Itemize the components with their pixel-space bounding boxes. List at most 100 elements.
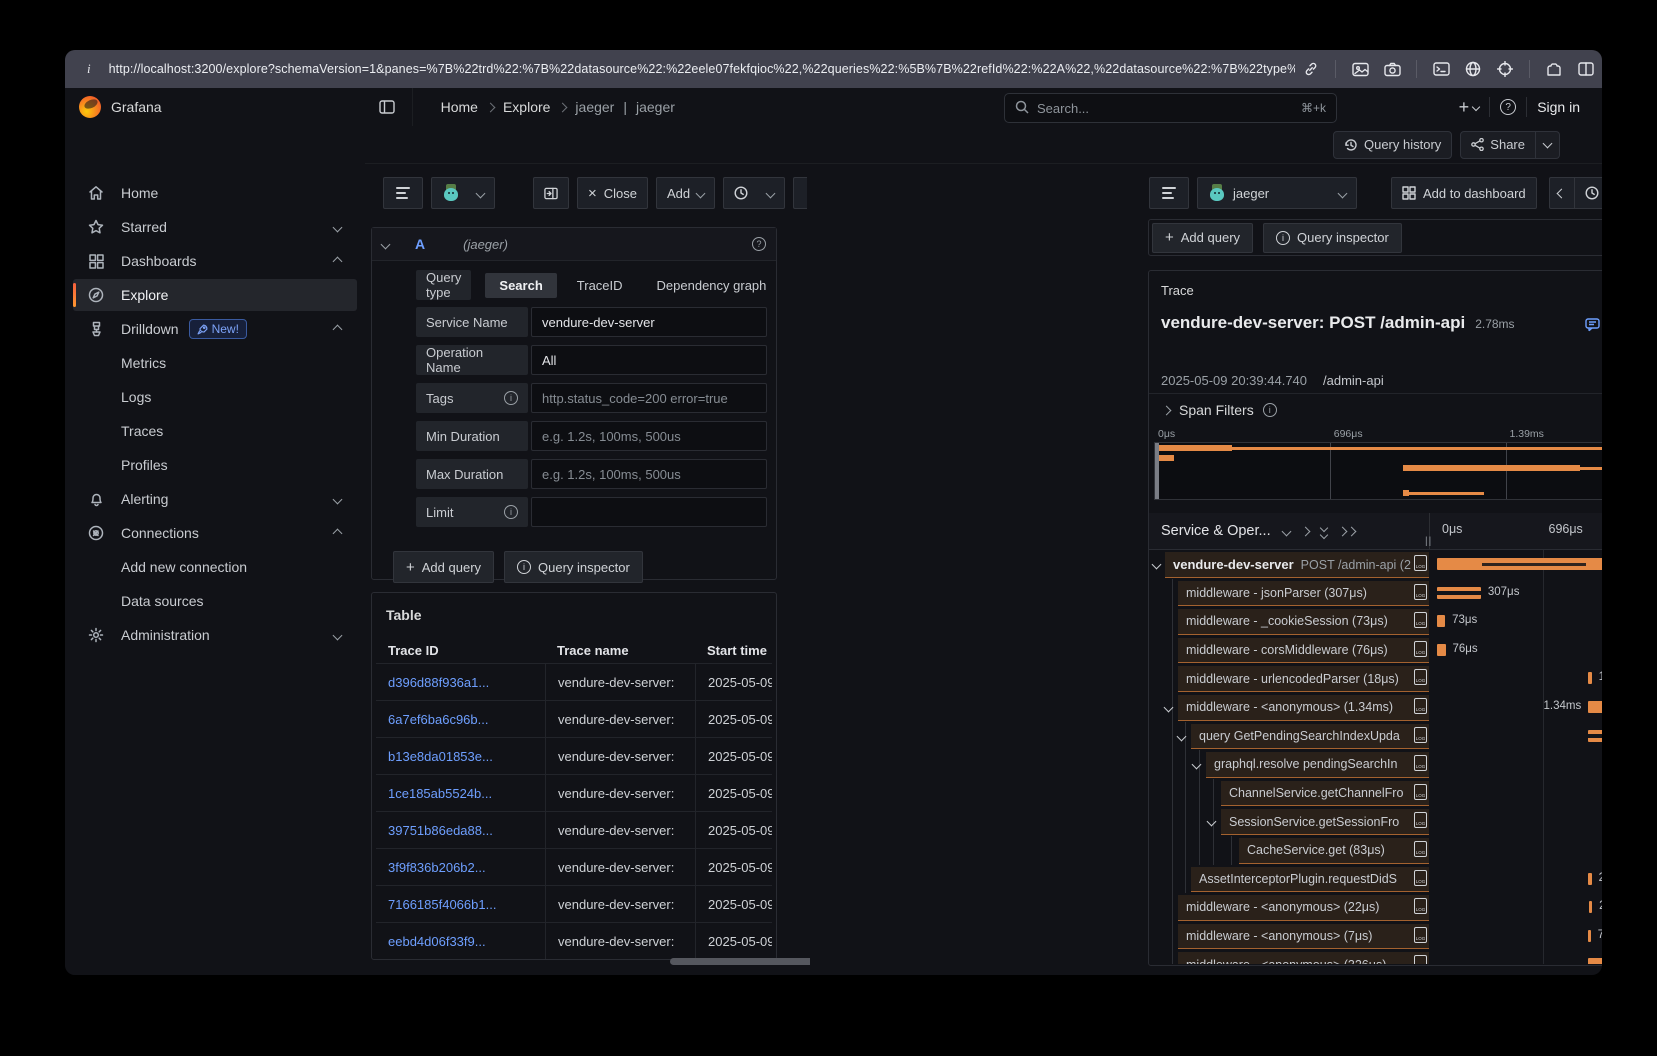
new-menu-button[interactable]: + [1459,97,1480,118]
image-tool-icon[interactable] [1350,59,1370,79]
column-resize-grip[interactable]: || [1425,536,1432,547]
span-duration-bar[interactable] [1589,901,1592,913]
query-help-icon[interactable]: ? [752,237,766,251]
max-duration-input[interactable]: e.g. 1.2s, 100ms, 500us [531,459,767,489]
span-filters-info-icon[interactable]: i [1263,403,1277,417]
query-type-tab-search[interactable]: Search [485,273,556,298]
add-query-button[interactable]: +Add query [1152,223,1253,253]
span-duration-bar[interactable] [1588,958,1602,964]
span-row[interactable]: middleware - jsonParser (307μs)LOG307μs [1149,579,1602,608]
breadcrumb-explore[interactable]: Explore [503,99,550,115]
trace-id-link[interactable]: 7166185f4066b1... [388,897,496,912]
span-log-icon[interactable]: LOG [1414,927,1427,943]
span-row[interactable]: middleware - <anonymous> (326μs)LOG326μs [1149,950,1602,964]
span-duration-bar[interactable] [1437,615,1445,627]
span-name-box[interactable]: middleware - <anonymous> (326μs)LOG [1178,952,1429,964]
camera-icon[interactable] [1382,59,1402,79]
left-pane-outline-button[interactable] [383,177,423,209]
chevron-down-icon[interactable] [333,494,343,504]
add-to-dashboard-button[interactable]: Add to dashboard [1391,177,1537,209]
close-pane-button[interactable]: ×Close [577,177,648,209]
chevron-up-icon[interactable] [333,324,343,334]
span-row[interactable]: middleware - corsMiddleware (76μs)LOG76μ… [1149,636,1602,665]
span-name-box[interactable]: AssetInterceptorPlugin.requestDidSLOG [1191,867,1429,893]
right-datasource-picker[interactable]: jaeger [1197,177,1357,209]
minimap-drag-handle[interactable] [1155,443,1159,499]
span-duration-bar[interactable] [1588,930,1591,942]
address-bar[interactable]: http://localhost:3200/explore?schemaVers… [109,62,1295,76]
span-row[interactable]: middleware - _cookieSession (73μs)LOG73μ… [1149,607,1602,636]
span-row[interactable]: SessionService.getSessionFroLOG107μs [1149,807,1602,836]
service-operation-column-header[interactable]: Service & Oper... [1161,523,1271,539]
span-name-box[interactable]: query GetPendingSearchIndexUpdaLOG [1191,724,1429,750]
span-name-box[interactable]: middleware - jsonParser (307μs)LOG [1178,581,1429,607]
trace-id-link[interactable]: 39751b86eda88... [388,823,493,838]
query-ref-id[interactable]: A [415,236,425,252]
span-row[interactable]: middleware - <anonymous> (7μs)LOG7μs [1149,922,1602,951]
split-view-icon[interactable] [1576,59,1596,79]
add-dropdown-button[interactable]: Add [656,177,715,209]
span-row[interactable]: middleware - urlencodedParser (18μs)LOG1… [1149,664,1602,693]
global-search-input[interactable]: Search... ⌘+k [1004,93,1337,123]
span-row[interactable]: ChannelService.getChannelFroLOG13μs [1149,779,1602,808]
query-inspector-button[interactable]: iQuery inspector [504,551,643,583]
min-duration-input[interactable]: e.g. 1.2s, 100ms, 500us [531,421,767,451]
grafana-logo[interactable] [79,96,101,118]
add-query-button[interactable]: +Add query [393,551,494,583]
query-inspector-button[interactable]: iQuery inspector [1263,223,1402,253]
sidebar-item-traces[interactable]: Traces [73,415,357,447]
query-type-tab-traceid[interactable]: TraceID [563,273,637,298]
span-collapse-icon[interactable] [1207,817,1217,827]
span-log-icon[interactable]: LOG [1414,612,1427,628]
span-row[interactable]: AssetInterceptorPlugin.requestDidSLOG24μ… [1149,865,1602,894]
terminal-icon[interactable] [1431,59,1451,79]
span-row[interactable]: graphql.resolve pendingSearchInLOG618μs [1149,750,1602,779]
span-duration-bar[interactable] [1437,558,1602,570]
span-log-icon[interactable]: LOG [1414,669,1427,685]
chevron-up-icon[interactable] [333,256,343,266]
span-log-icon[interactable]: LOG [1414,555,1427,571]
span-log-icon[interactable]: LOG [1414,955,1427,964]
breadcrumb-datasource-2[interactable]: jaeger [636,99,675,115]
breadcrumb-home[interactable]: Home [441,99,478,115]
time-range-button[interactable] [1575,177,1602,209]
help-button[interactable]: ? [1500,99,1516,115]
span-row[interactable]: query GetPendingSearchIndexUpdaLOG705μs [1149,722,1602,751]
trace-id-link[interactable]: 3f9f836b206b2... [388,860,486,875]
collapse-one-icon[interactable] [1302,528,1309,535]
span-name-box[interactable]: middleware - <anonymous> (1.34ms)LOG [1178,695,1429,721]
chevron-down-icon[interactable] [333,630,343,640]
field-info-icon[interactable]: i [504,505,518,519]
expand-all-icon[interactable] [1339,528,1355,535]
sidebar-item-explore[interactable]: Explore [73,279,357,311]
chevron-up-icon[interactable] [333,528,343,538]
trace-id-link[interactable]: d396d88f936a1... [388,675,489,690]
span-log-icon[interactable]: LOG [1414,698,1427,714]
span-name-box[interactable]: SessionService.getSessionFroLOG [1221,809,1429,835]
span-row[interactable]: CacheService.get (83μs)LOG83μs [1149,836,1602,865]
sidebar-item-home[interactable]: Home [73,177,357,209]
span-filters-expand-icon[interactable] [1162,405,1172,415]
globe-icon[interactable] [1463,59,1483,79]
span-log-icon[interactable]: LOG [1414,784,1427,800]
trace-id-link[interactable]: 6a7ef6ba6c96b... [388,712,488,727]
breadcrumb-datasource[interactable]: jaeger [575,99,614,115]
trace-id-link[interactable]: eebd4d06f33f9... [388,934,486,949]
span-name-box[interactable]: vendure-dev-serverPOST /admin-api (2LOG [1165,552,1429,578]
time-range-button[interactable] [723,177,785,209]
span-duration-bar[interactable] [1588,730,1602,742]
span-row[interactable]: vendure-dev-serverPOST /admin-api (2LOG [1149,550,1602,579]
trace-id-link[interactable]: 1ce185ab5524b... [388,786,492,801]
sidebar-item-connections[interactable]: Connections [73,517,357,549]
sign-in-button[interactable]: Sign in [1537,99,1580,115]
span-log-icon[interactable]: LOG [1414,812,1427,828]
span-name-box[interactable]: ChannelService.getChannelFroLOG [1221,781,1429,807]
sort-chevron-icon[interactable] [1283,528,1290,535]
span-log-icon[interactable]: LOG [1414,755,1427,771]
share-button[interactable]: Share [1460,131,1536,159]
column-header-trace-name[interactable]: Trace name [545,637,695,663]
span-name-box[interactable]: middleware - _cookieSession (73μs)LOG [1178,609,1429,635]
horizontal-scrollbar[interactable] [670,958,810,965]
span-log-icon[interactable]: LOG [1414,584,1427,600]
span-log-icon[interactable]: LOG [1414,841,1427,857]
